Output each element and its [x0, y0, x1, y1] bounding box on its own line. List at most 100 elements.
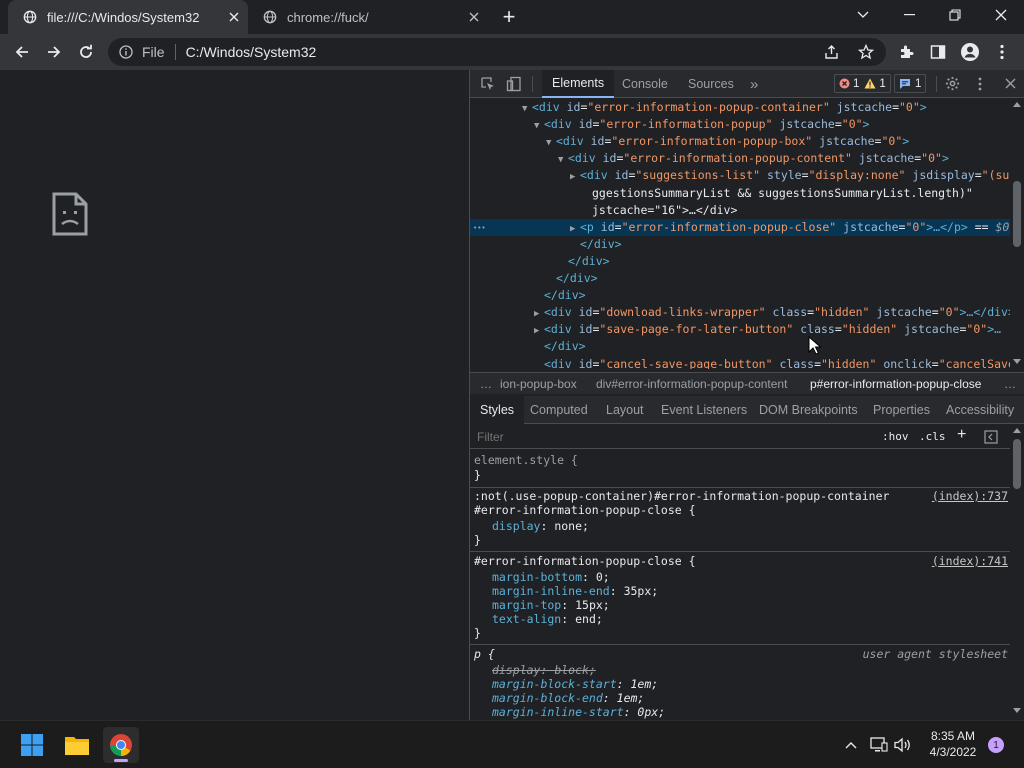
forward-button[interactable] [40, 38, 68, 66]
settings-gear-icon[interactable] [945, 76, 960, 91]
dom-node[interactable]: ▼ <div id="error-information-popup" jstca… [470, 116, 1010, 133]
dom-node[interactable]: ▼ <div id="error-information-popup-box" j… [470, 133, 1010, 150]
rule-source-link[interactable]: (index):741 [932, 554, 1008, 568]
close-devtools-icon[interactable] [1005, 78, 1016, 89]
scroll-down-arrow[interactable] [1013, 708, 1021, 713]
dom-node-selected[interactable]: ••• ▶ <p id="error-information-popup-close… [470, 218, 1010, 237]
profile-avatar[interactable] [956, 38, 984, 66]
css-value-overridden[interactable]: block; [554, 663, 596, 677]
toggle-sidebar-icon[interactable] [984, 430, 998, 444]
rule-selector[interactable]: #error-information-popup-close { [474, 554, 696, 568]
volume-icon[interactable] [894, 737, 912, 753]
css-property[interactable]: margin-block-start [492, 677, 617, 691]
clock[interactable]: 8:35 AM 4/3/2022 [920, 728, 986, 760]
css-property[interactable]: margin-inline-end [492, 584, 610, 598]
scroll-up-arrow[interactable] [1013, 102, 1021, 107]
tab-search-icon[interactable] [840, 0, 886, 30]
breadcrumb-item[interactable]: ion-popup-box [500, 377, 577, 391]
dom-node[interactable]: <div id="cancel-save-page-button" class=… [470, 356, 1010, 370]
css-property-overridden[interactable]: display [492, 663, 540, 677]
notification-badge[interactable]: 1 [988, 737, 1004, 753]
styles-scrollbar[interactable] [1010, 425, 1024, 720]
dom-node[interactable]: </div> [470, 253, 1010, 270]
dom-node[interactable]: </div> [470, 287, 1010, 304]
rule-selector[interactable]: :not(.use-popup-container)#error-informa… [474, 489, 889, 503]
dom-node[interactable]: jstcache="16">…</div> [470, 202, 1010, 219]
dom-node[interactable]: ▶ <div id="download-links-wrapper" class=… [470, 304, 1010, 321]
back-button[interactable] [8, 38, 36, 66]
side-panel-icon[interactable] [924, 38, 952, 66]
new-style-rule-button[interactable]: + [957, 426, 966, 444]
browser-tab[interactable]: chrome://fuck/ [248, 0, 488, 34]
scroll-down-arrow[interactable] [1013, 359, 1021, 364]
device-toggle-icon[interactable] [506, 76, 522, 92]
tab-layout[interactable]: Layout [598, 396, 652, 424]
dom-node[interactable]: ▶ <div id="save-page-for-later-button" cl… [470, 321, 1010, 338]
messages-counter[interactable]: 1 [894, 74, 927, 93]
browser-tab-active[interactable]: file:///C:/Windos/System32 [8, 0, 248, 34]
rule-selector[interactable]: element.style { [474, 453, 578, 467]
css-value[interactable]: 1em; [617, 691, 645, 705]
show-hidden-icons-icon[interactable] [845, 741, 857, 749]
dom-node[interactable]: ggestionsSummaryList && suggestionsSumma… [470, 185, 1010, 202]
css-value[interactable]: end; [575, 612, 603, 626]
start-button[interactable] [14, 727, 50, 763]
styles-filter-input[interactable] [474, 427, 870, 447]
breadcrumb-item-selected[interactable]: p#error-information-popup-close [810, 377, 981, 391]
css-value[interactable]: 1em; [630, 677, 658, 691]
css-property[interactable]: text-align [492, 612, 561, 626]
rule-selector[interactable]: p { [474, 647, 495, 661]
styles-pane[interactable]: element.style { } :not(.use-popup-contai… [470, 450, 1010, 720]
css-value[interactable]: 0; [596, 570, 610, 584]
node-ellipsis-icon[interactable]: ••• [473, 220, 486, 237]
scroll-up-arrow[interactable] [1013, 428, 1021, 433]
tab-elements[interactable]: Elements [542, 70, 615, 98]
scroll-thumb[interactable] [1013, 439, 1021, 489]
breadcrumb-ellipsis[interactable]: … [480, 377, 492, 391]
rule-selector[interactable]: #error-information-popup-close { [474, 503, 696, 517]
dom-node[interactable]: </div> [470, 236, 1010, 253]
tab-accessibility[interactable]: Accessibility [938, 396, 1022, 424]
new-tab-button[interactable]: + [496, 4, 522, 30]
rule-source-link[interactable]: (index):737 [932, 489, 1008, 503]
css-property[interactable]: margin-bottom [492, 570, 582, 584]
close-icon[interactable] [224, 7, 244, 27]
share-icon[interactable] [824, 44, 840, 60]
dom-node[interactable]: ▶ <div id="suggestions-list" style="displ… [470, 167, 1010, 184]
tab-sources[interactable]: Sources [680, 70, 742, 98]
dom-tree[interactable]: ▼ <div id="error-information-popup-contai… [470, 99, 1010, 369]
minimize-button[interactable] [886, 0, 932, 30]
css-value[interactable]: none; [554, 519, 589, 533]
tab-event-listeners[interactable]: Event Listeners [653, 396, 755, 424]
tab-dom-breakpoints[interactable]: DOM Breakpoints [751, 396, 866, 424]
css-value[interactable]: 15px; [575, 598, 610, 612]
css-property[interactable]: margin-block-end [492, 691, 603, 705]
hover-state-toggle[interactable]: :hov [882, 430, 909, 443]
tab-styles[interactable]: Styles [470, 396, 525, 424]
close-window-button[interactable] [978, 0, 1024, 30]
breadcrumb-ellipsis[interactable]: … [1004, 377, 1016, 391]
class-toggle[interactable]: .cls [919, 430, 946, 443]
extensions-icon[interactable] [892, 38, 920, 66]
file-explorer-button[interactable] [59, 727, 95, 763]
css-value[interactable]: 35px; [624, 584, 659, 598]
network-icon[interactable] [870, 737, 888, 753]
close-icon[interactable] [464, 7, 484, 27]
scroll-thumb[interactable] [1013, 181, 1021, 247]
restore-button[interactable] [932, 0, 978, 30]
address-bar[interactable]: File C:/Windos/System32 [108, 38, 886, 66]
dom-scrollbar[interactable] [1010, 99, 1024, 369]
menu-kebab-icon[interactable] [988, 38, 1016, 66]
breadcrumb-item[interactable]: div#error-information-popup-content [596, 377, 787, 391]
chrome-taskbar-button[interactable] [103, 727, 139, 763]
info-icon[interactable] [119, 45, 133, 59]
devtools-menu-icon[interactable] [978, 77, 982, 91]
more-tabs-button[interactable]: » [742, 70, 766, 98]
issues-counter[interactable]: 1 1 [834, 74, 891, 93]
dom-node[interactable]: </div> [470, 270, 1010, 287]
reload-button[interactable] [72, 38, 100, 66]
css-property[interactable]: margin-inline-start [492, 705, 624, 719]
css-property[interactable]: display [492, 519, 540, 533]
inspect-element-icon[interactable] [480, 76, 496, 92]
tab-console[interactable]: Console [614, 70, 676, 98]
